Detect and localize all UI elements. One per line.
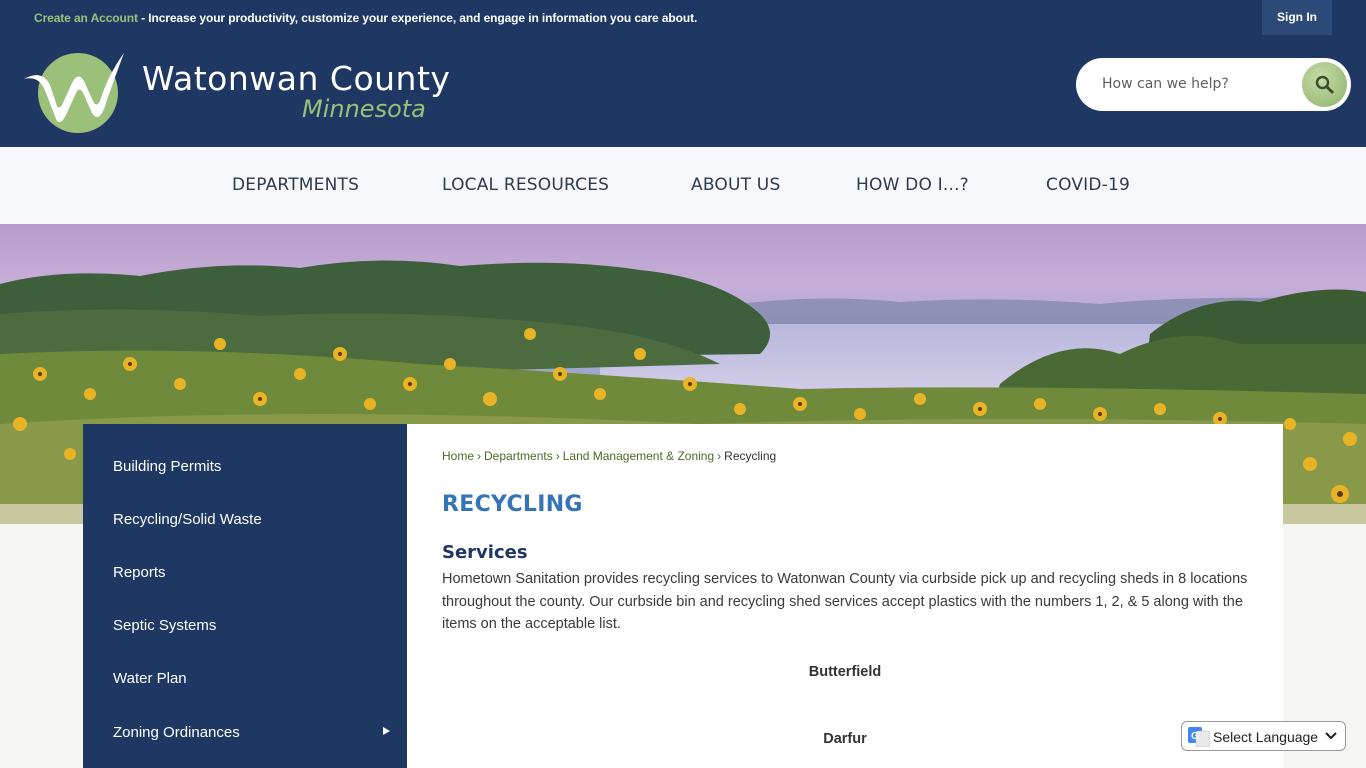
sidebar-item-building-permits[interactable]: Building Permits	[113, 458, 221, 475]
sidebar-item-reports[interactable]: Reports	[113, 564, 166, 581]
search-button[interactable]	[1302, 62, 1347, 107]
breadcrumb-land-management[interactable]: Land Management & Zoning	[563, 449, 714, 463]
sign-in-button[interactable]: Sign In	[1262, 0, 1332, 35]
breadcrumb-home[interactable]: Home	[442, 449, 474, 463]
language-select-label: Select Language	[1213, 729, 1319, 745]
search-icon	[1315, 75, 1334, 94]
breadcrumb-current: Recycling	[724, 449, 777, 463]
location-heading: Butterfield	[808, 664, 882, 680]
nav-covid-19[interactable]: COVID-19	[1046, 175, 1130, 195]
nav-departments[interactable]: DEPARTMENTS	[232, 175, 359, 195]
section-heading: Services	[442, 542, 528, 563]
main-content: Home › Departments › Land Management & Zonin…	[407, 424, 1283, 768]
chevron-down-icon	[1325, 732, 1337, 740]
top-bar: Create an Account - Increase your produc…	[0, 0, 1366, 35]
svg-text:G: G	[1191, 731, 1199, 742]
sidebar-item-zoning-ordinances[interactable]: Zoning Ordinances	[113, 724, 240, 741]
page-title: RECYCLING	[442, 492, 583, 517]
sidebar-item-recycling[interactable]: Recycling/Solid Waste	[113, 511, 262, 528]
google-translate-icon: G	[1188, 727, 1210, 747]
breadcrumb-separator: ›	[477, 449, 482, 463]
account-promo-text: - Increase your productivity, customize …	[137, 11, 698, 25]
nav-how-do-i[interactable]: HOW DO I...?	[856, 175, 969, 195]
services-paragraph: Hometown Sanitation provides recycling s…	[442, 571, 1248, 632]
create-account-link[interactable]: Create an Account	[34, 11, 138, 25]
language-select[interactable]: G Select Language	[1181, 721, 1346, 751]
account-promo: Create an Account - Increase your produc…	[34, 11, 697, 25]
breadcrumb-separator: ›	[717, 449, 722, 463]
location-heading: Darfur	[823, 731, 867, 747]
breadcrumb-separator: ›	[555, 449, 560, 463]
nav-local-resources[interactable]: LOCAL RESOURCES	[442, 175, 609, 195]
breadcrumb-departments[interactable]: Departments	[484, 449, 553, 463]
state-subtitle: Minnesota	[302, 95, 426, 123]
county-logo-icon[interactable]	[20, 49, 128, 135]
site-header: Watonwan County Minnesota	[0, 35, 1366, 147]
search-input[interactable]	[1102, 72, 1292, 96]
county-title: Watonwan County	[142, 59, 451, 98]
sidebar-item-water-plan[interactable]: Water Plan	[113, 670, 187, 687]
breadcrumb: Home › Departments › Land Management & Zonin…	[442, 449, 776, 463]
expand-arrow-icon[interactable]	[383, 727, 390, 735]
main-nav: DEPARTMENTS LOCAL RESOURCES ABOUT US HOW…	[0, 147, 1366, 224]
nav-about-us[interactable]: ABOUT US	[691, 175, 780, 195]
section-sidebar: Building Permits Recycling/Solid Waste R…	[83, 424, 407, 768]
sidebar-item-septic-systems[interactable]: Septic Systems	[113, 617, 216, 634]
